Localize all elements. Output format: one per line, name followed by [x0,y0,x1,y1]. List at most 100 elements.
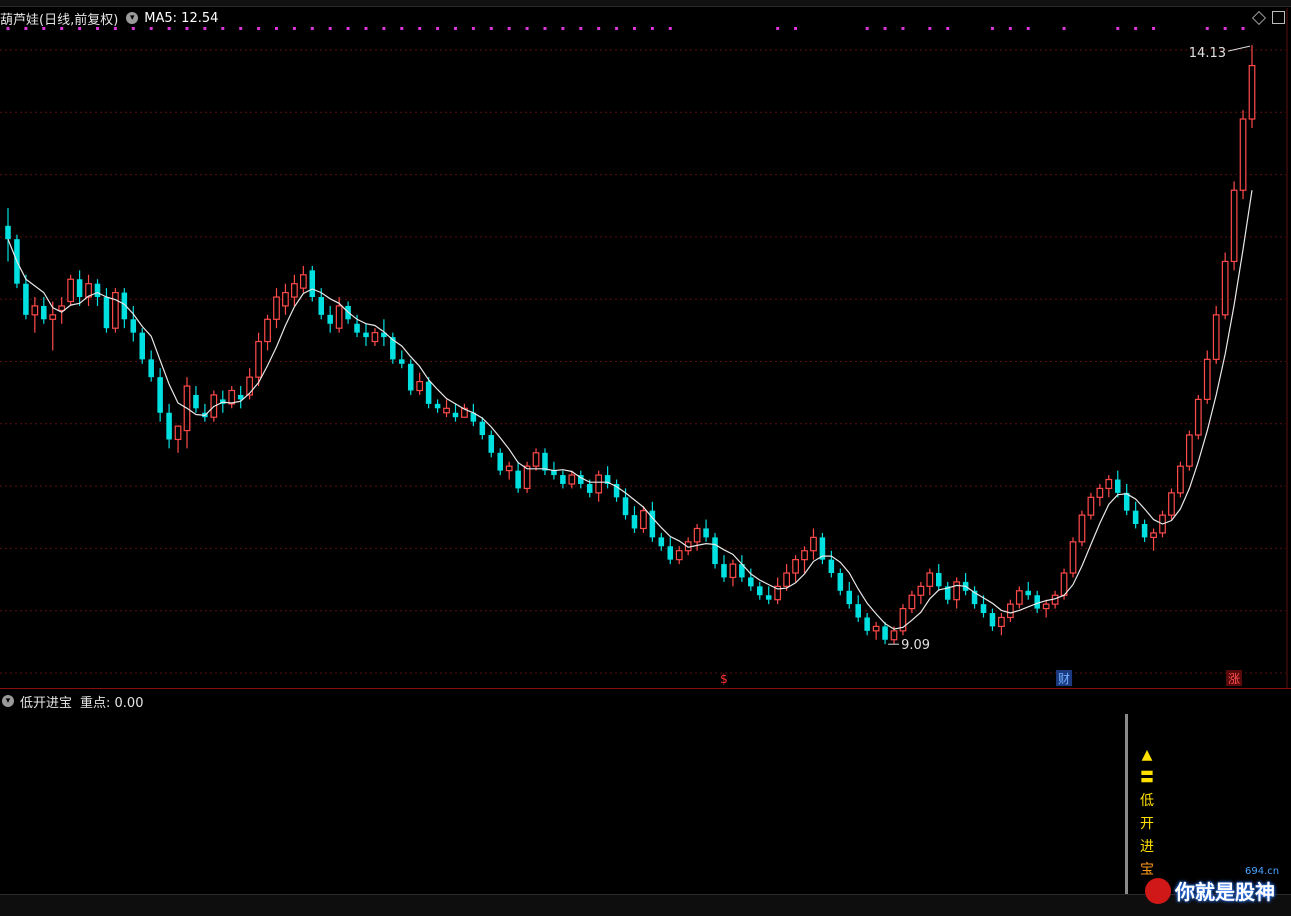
candle-body-up [1221,260,1229,316]
kline-chart: 14.13 9.09 $ 财 涨 [0,8,1288,688]
candle-body-up [1194,398,1202,436]
signal-marker [436,27,440,30]
chart-title: 葫芦娃(日线,前复权) [0,12,119,28]
candle-body-up [523,465,531,490]
candle-body-down [488,435,495,453]
candle-body-up [31,305,39,316]
sub-label-jin: 进 [1140,839,1154,855]
candle-body-up [675,550,683,561]
candle-body-up [1105,478,1113,490]
signal-marker [990,27,994,30]
candle-body-down [434,403,441,409]
signal-marker [453,27,457,30]
candle-body-up [1177,465,1184,494]
candle-body-down [667,546,674,560]
candle-body-down [542,452,548,471]
candle-body-up [1006,603,1014,619]
signal-marker [543,27,547,30]
sub-indicator-value: 重点: 0.00 [80,695,144,711]
sub-indicator-toggle-icon[interactable]: ▾ [2,695,14,707]
signal-marker [418,27,422,30]
candle-body-down [560,475,566,484]
candle-body-up [568,474,576,485]
event-marker: $ [720,672,728,686]
signal-marker [310,27,314,30]
candle-body-up [1248,65,1256,120]
candle-body-up [273,296,280,320]
signal-marker [776,27,780,30]
candle-body-up [801,550,808,561]
candle-body-down [846,590,853,605]
candle-body-up [890,630,898,641]
candle-body-down [497,452,504,471]
signal-marker [865,27,869,30]
candle-body-down [148,359,154,378]
bottom-scroll-strip[interactable] [0,894,1291,916]
candle-body-up [1087,496,1095,516]
candle-body-up [1096,487,1104,498]
candle-body-down [748,577,754,587]
signal-marker [525,27,529,30]
candle-body-down [76,279,83,298]
candle-body-up [953,581,961,601]
signal-marker [1116,27,1120,30]
candle-body-down [828,559,835,573]
candle-body-down [864,617,870,631]
signal-marker [507,27,511,30]
candle-body-down [425,381,432,404]
candle-body-up [335,305,343,329]
candle-body-up [1230,189,1238,263]
signal-marker [928,27,932,30]
candle-body-down [479,421,486,436]
candle-body-up [1203,358,1211,401]
candle-body-up [282,291,289,307]
candle-body-up [416,381,424,392]
candle-body-down [1141,524,1148,538]
event-marker: 涨 [1228,671,1240,686]
candle-body-up [1015,590,1023,605]
candle-body-up [255,340,262,378]
candle-body-down [631,515,638,529]
candle-body-up [595,474,603,494]
candle-body-down [193,394,199,409]
signal-marker [632,27,636,30]
diamond-icon[interactable] [1251,10,1267,26]
candle-body-down [551,470,557,476]
candle-body-down [103,297,110,329]
sub-indicator-side-labels: ▲ 〓 低 开 进 宝 [1139,744,1155,882]
signal-marker [794,27,798,30]
signal-marker [257,27,261,30]
candle-body-up [291,283,298,298]
signal-marker [489,27,493,30]
window-toggle-icon[interactable] [1272,11,1285,24]
candle-body-up [49,314,57,320]
signal-marker [561,27,565,30]
candle-body-up [532,452,540,467]
ma5-readout: MA5: 12.54 [144,10,219,26]
candle-body-down [712,537,718,565]
signal-marker [650,27,654,30]
candle-body-down [130,319,137,333]
candle-body-up [908,594,916,610]
candle-body-down [1025,590,1032,596]
candle-body-up [872,625,880,632]
candle-body-down [452,412,459,418]
candle-body-down [5,225,11,240]
signal-marker [1026,27,1030,30]
candle-body-up [926,572,934,587]
logo-disc-icon [1145,877,1171,904]
candle-body-down [989,613,996,627]
sub-indicator-header: ▾ 低开进宝 重点: 0.00 [0,690,143,712]
sub-label-equal: 〓 [1140,770,1154,786]
candle-body-down [407,363,414,391]
signal-marker [471,27,475,30]
candle-body-up [792,559,799,574]
candle-body-down [703,528,709,538]
candle-body-down [765,595,772,600]
signal-marker [364,27,368,30]
candle-body-up [729,563,737,579]
candle-body-down [980,604,987,614]
indicator-toggle-icon[interactable]: ▾ [126,12,139,24]
candle-body-down [94,283,101,298]
candle-body-up [67,278,75,303]
